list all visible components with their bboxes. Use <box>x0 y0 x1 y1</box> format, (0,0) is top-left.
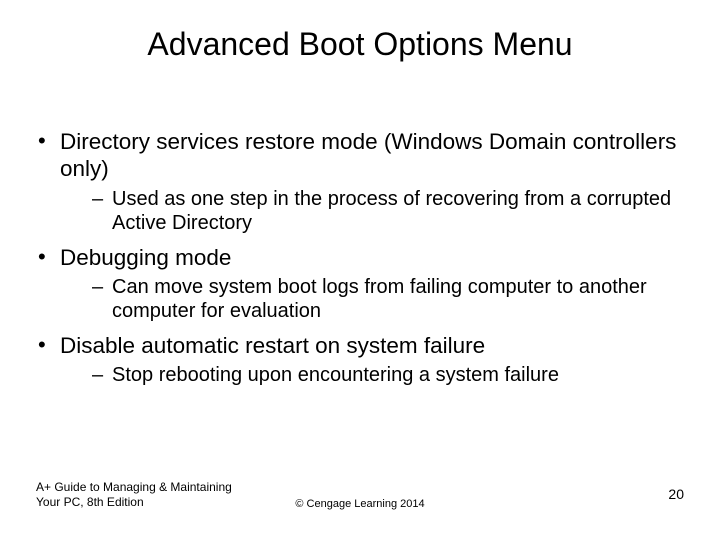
footer-copyright: © Cengage Learning 2014 <box>0 498 720 510</box>
footer-book-title-line1: A+ Guide to Managing & Maintaining <box>36 480 232 494</box>
bullet-item: Debugging mode Can move system boot logs… <box>36 244 684 324</box>
sub-bullet-list: Can move system boot logs from failing c… <box>60 275 684 324</box>
bullet-text: Disable automatic restart on system fail… <box>60 333 485 358</box>
slide-title: Advanced Boot Options Menu <box>0 26 720 63</box>
sub-bullet-item: Stop rebooting upon encountering a syste… <box>92 363 684 387</box>
page-number: 20 <box>668 486 684 502</box>
sub-bullet-item: Used as one step in the process of recov… <box>92 187 684 236</box>
slide-content: Directory services restore mode (Windows… <box>36 128 684 396</box>
sub-bullet-text: Can move system boot logs from failing c… <box>112 276 647 322</box>
sub-bullet-item: Can move system boot logs from failing c… <box>92 275 684 324</box>
sub-bullet-list: Stop rebooting upon encountering a syste… <box>60 363 684 387</box>
bullet-list: Directory services restore mode (Windows… <box>36 128 684 388</box>
sub-bullet-text: Used as one step in the process of recov… <box>112 188 671 234</box>
bullet-item: Directory services restore mode (Windows… <box>36 128 684 236</box>
bullet-text: Directory services restore mode (Windows… <box>60 129 676 181</box>
bullet-item: Disable automatic restart on system fail… <box>36 332 684 388</box>
slide: Advanced Boot Options Menu Directory ser… <box>0 0 720 540</box>
sub-bullet-text: Stop rebooting upon encountering a syste… <box>112 364 559 386</box>
bullet-text: Debugging mode <box>60 245 231 270</box>
sub-bullet-list: Used as one step in the process of recov… <box>60 187 684 236</box>
